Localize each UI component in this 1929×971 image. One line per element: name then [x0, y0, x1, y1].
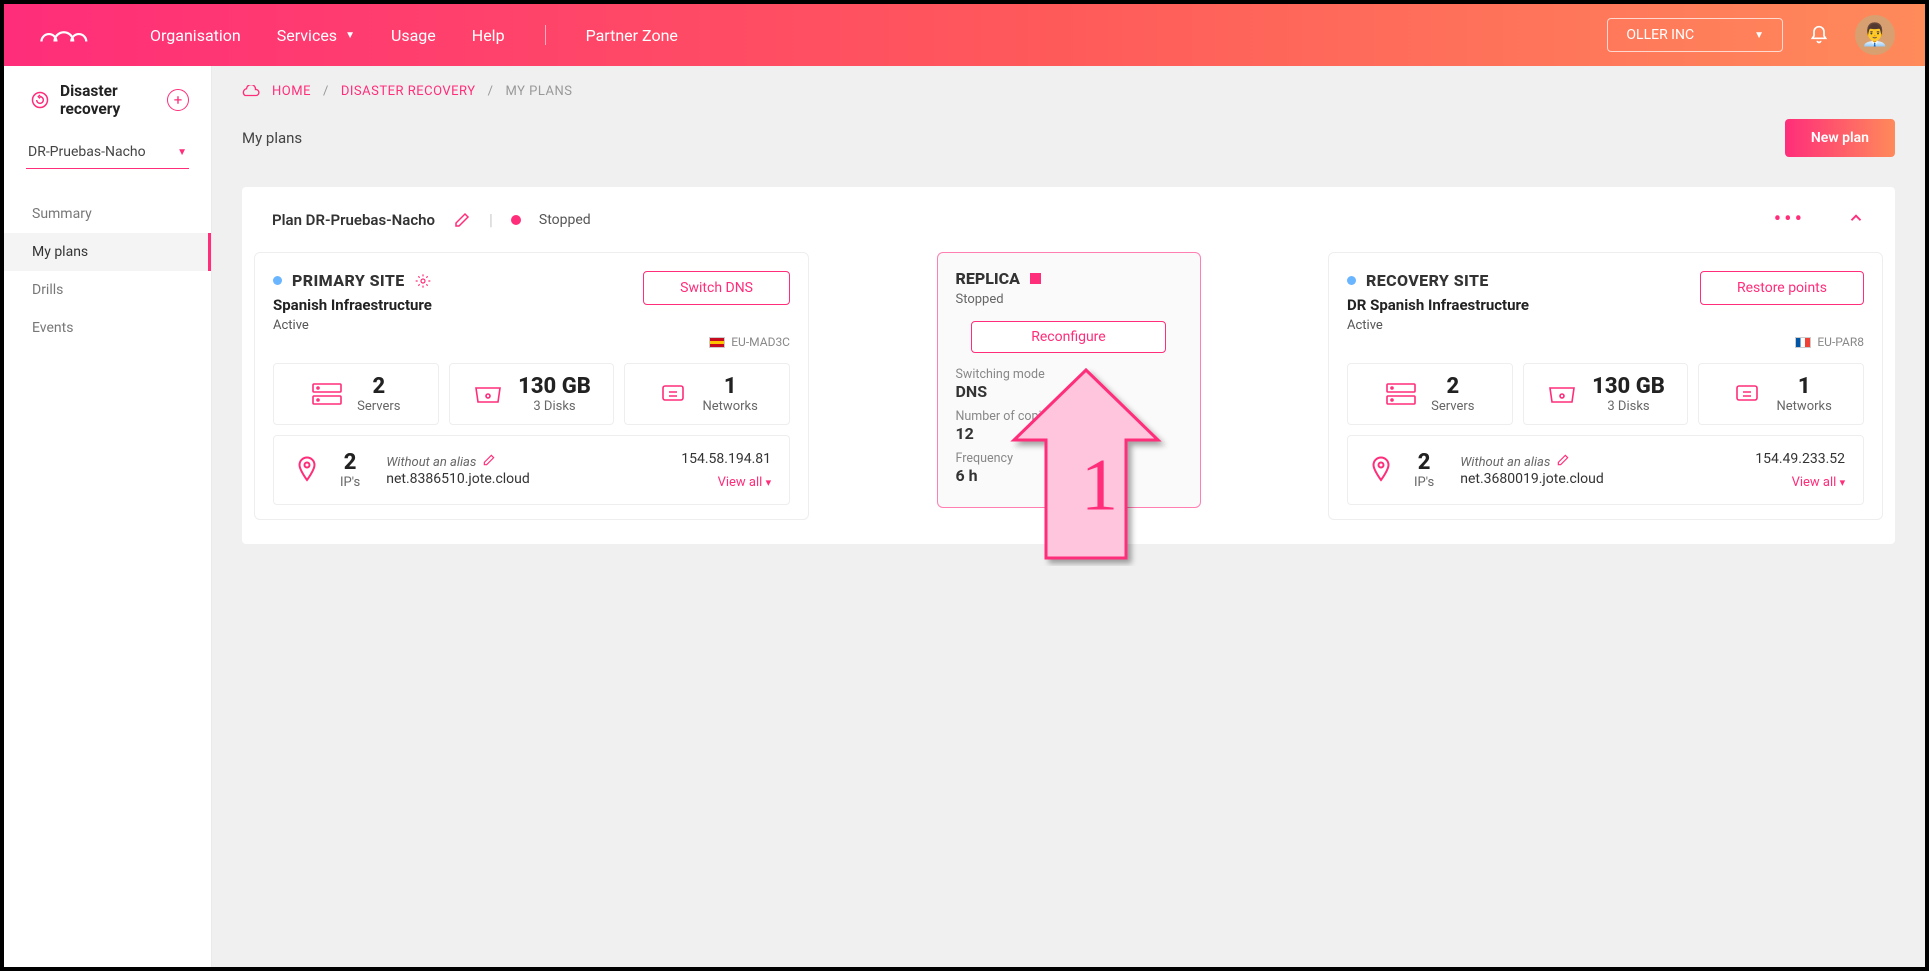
restore-points-button[interactable]: Restore points [1700, 271, 1864, 305]
reconfigure-button[interactable]: Reconfigure [971, 321, 1165, 353]
plan-name: Plan DR-Pruebas-Nacho [272, 211, 435, 229]
replica-card: REPLICA Stopped Reconfigure Switching mo… [937, 252, 1201, 508]
disaster-recovery-icon [30, 90, 50, 110]
sidebar-item-my-plans[interactable]: My plans [4, 233, 211, 271]
recovery-region: EU-PAR8 [1817, 335, 1864, 349]
switch-dns-button[interactable]: Switch DNS [643, 271, 790, 305]
location-icon [1366, 455, 1396, 485]
recovery-active: Active [1347, 318, 1529, 333]
replica-mode-value: DNS [956, 382, 1182, 401]
breadcrumb-home[interactable]: HOME [272, 84, 311, 99]
primary-alias: Without an alias [386, 455, 476, 470]
plan-selector[interactable]: DR-Pruebas-Nacho▼ [26, 136, 189, 169]
primary-subtitle: Spanish Infraestructure [273, 296, 432, 314]
notifications-icon[interactable] [1809, 25, 1829, 45]
primary-region: EU-MAD3C [731, 335, 790, 349]
sidebar: Disaster recovery + DR-Pruebas-Nacho▼ Su… [4, 66, 212, 967]
gear-icon[interactable] [415, 273, 431, 289]
recovery-ip: 154.49.233.52 [1755, 451, 1845, 467]
primary-ip-row: 2IP's Without an alias net.8386510.jote.… [273, 435, 790, 505]
main-nav: Organisation Services▼ Usage Help Partne… [150, 25, 678, 45]
primary-ip: 154.58.194.81 [681, 451, 771, 467]
recovery-indicator-icon [1347, 276, 1356, 285]
replica-freq-value: 6 h [956, 466, 1182, 485]
replica-copies-label: Number of copies [956, 409, 1182, 424]
recovery-disks-stat: 130 GB3 Disks [1523, 363, 1689, 425]
org-selector[interactable]: OLLER INC▼ [1607, 18, 1783, 52]
plan-status: Stopped [539, 212, 591, 228]
breadcrumb-dr[interactable]: DISASTER RECOVERY [341, 84, 476, 99]
nav-usage[interactable]: Usage [391, 26, 436, 45]
new-plan-button[interactable]: New plan [1785, 119, 1895, 157]
flag-es-icon [709, 337, 725, 348]
recovery-ip-row: 2IP's Without an alias net.3680019.jote.… [1347, 435, 1864, 505]
nav-organisation[interactable]: Organisation [150, 26, 241, 45]
primary-net: net.8386510.jote.cloud [386, 471, 530, 487]
primary-indicator-icon [273, 276, 282, 285]
replica-indicator-icon [1030, 273, 1041, 284]
recovery-subtitle: DR Spanish Infraestructure [1347, 296, 1529, 314]
nav-partner-zone[interactable]: Partner Zone [586, 26, 678, 45]
sidebar-item-drills[interactable]: Drills [4, 271, 211, 309]
collapse-plan-icon[interactable] [1847, 209, 1865, 231]
replica-status: Stopped [956, 292, 1182, 307]
disk-icon [472, 382, 504, 406]
sidebar-nav: Summary My plans Drills Events [4, 195, 211, 347]
nav-help[interactable]: Help [472, 26, 505, 45]
plan-card: Plan DR-Pruebas-Nacho | Stopped ••• [242, 187, 1895, 544]
status-dot-icon [511, 215, 521, 225]
sidebar-item-events[interactable]: Events [4, 309, 211, 347]
top-bar: Organisation Services▼ Usage Help Partne… [4, 4, 1925, 66]
server-icon [311, 382, 343, 406]
recovery-site-card: RECOVERY SITE DR Spanish Infraestructure… [1328, 252, 1883, 520]
logo[interactable] [34, 20, 90, 50]
server-icon [1385, 382, 1417, 406]
recovery-net: net.3680019.jote.cloud [1460, 471, 1604, 487]
recovery-heading: RECOVERY SITE [1366, 271, 1489, 290]
replica-freq-label: Frequency [956, 451, 1182, 466]
primary-networks-stat: 1Networks [624, 363, 790, 425]
primary-active: Active [273, 318, 432, 333]
breadcrumb-current: MY PLANS [505, 84, 572, 99]
edit-plan-icon[interactable] [453, 211, 471, 229]
primary-viewall-link[interactable]: View all ▾ [718, 475, 771, 490]
recovery-servers-stat: 2Servers [1347, 363, 1513, 425]
edit-alias-icon[interactable] [482, 453, 496, 471]
avatar[interactable]: 👨‍💼 [1855, 15, 1895, 55]
sidebar-title: Disaster recovery [60, 82, 157, 118]
page-title: My plans [242, 129, 302, 147]
disk-icon [1546, 382, 1578, 406]
location-icon [292, 455, 322, 485]
network-icon [1731, 382, 1763, 406]
recovery-networks-stat: 1Networks [1698, 363, 1864, 425]
flag-fr-icon [1795, 337, 1811, 348]
primary-servers-stat: 2Servers [273, 363, 439, 425]
edit-alias-icon[interactable] [1556, 453, 1570, 471]
main-content: HOME / DISASTER RECOVERY / MY PLANS My p… [212, 66, 1925, 967]
recovery-viewall-link[interactable]: View all ▾ [1792, 475, 1845, 490]
replica-mode-label: Switching mode [956, 367, 1182, 382]
primary-site-card: PRIMARY SITE Spanish Infraestructure Act… [254, 252, 809, 520]
replica-copies-value: 12 [956, 424, 1182, 443]
network-icon [657, 382, 689, 406]
plan-actions-menu[interactable]: ••• [1774, 207, 1805, 232]
add-plan-button[interactable]: + [167, 89, 189, 111]
primary-heading: PRIMARY SITE [292, 271, 405, 290]
sidebar-item-summary[interactable]: Summary [4, 195, 211, 233]
breadcrumb: HOME / DISASTER RECOVERY / MY PLANS [242, 84, 1895, 99]
home-icon [242, 85, 260, 99]
nav-services[interactable]: Services▼ [277, 26, 355, 45]
primary-disks-stat: 130 GB3 Disks [449, 363, 615, 425]
replica-heading: REPLICA [956, 269, 1020, 288]
recovery-alias: Without an alias [1460, 455, 1550, 470]
